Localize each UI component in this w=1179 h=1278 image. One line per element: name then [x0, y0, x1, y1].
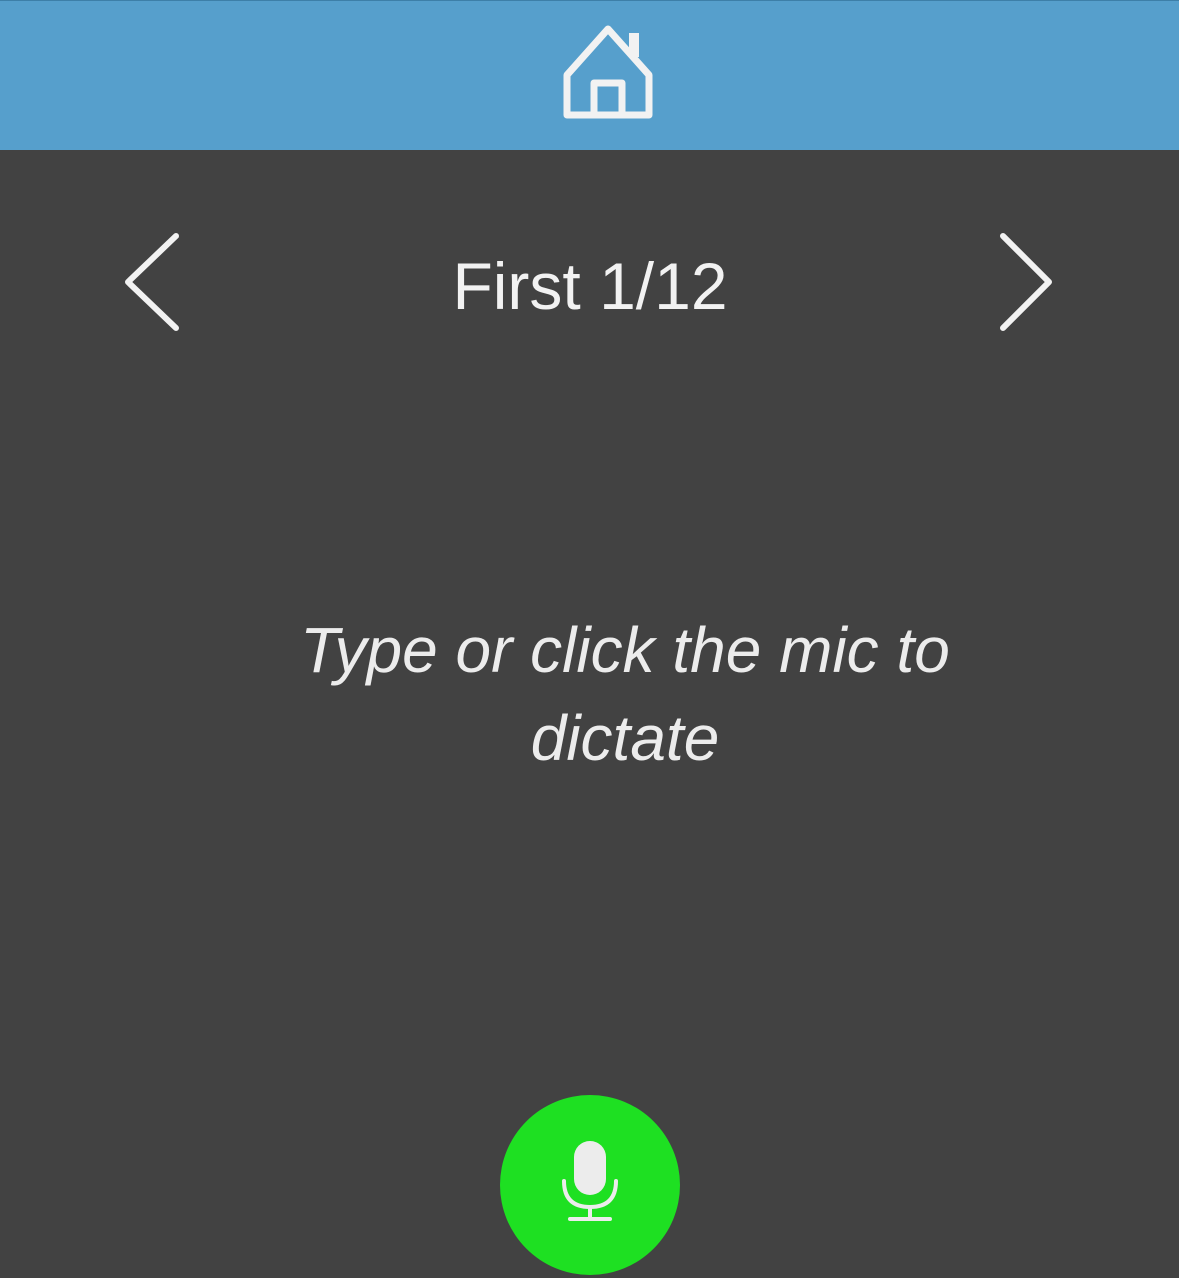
- next-button[interactable]: [985, 222, 1065, 342]
- chevron-left-icon: [125, 233, 179, 331]
- home-button[interactable]: [550, 19, 666, 123]
- page-title: First 1/12: [452, 249, 728, 323]
- microphone-button[interactable]: [500, 1095, 680, 1275]
- microphone-icon: [562, 1141, 618, 1221]
- app-screen: First 1/12 Type or click the mic to dict…: [0, 0, 1179, 1278]
- home-icon: [563, 25, 653, 119]
- previous-button[interactable]: [110, 222, 190, 342]
- dictation-text-area[interactable]: Type or click the mic to dictate: [235, 606, 1015, 782]
- top-bar: [0, 0, 1179, 150]
- chevron-right-icon: [1000, 233, 1052, 331]
